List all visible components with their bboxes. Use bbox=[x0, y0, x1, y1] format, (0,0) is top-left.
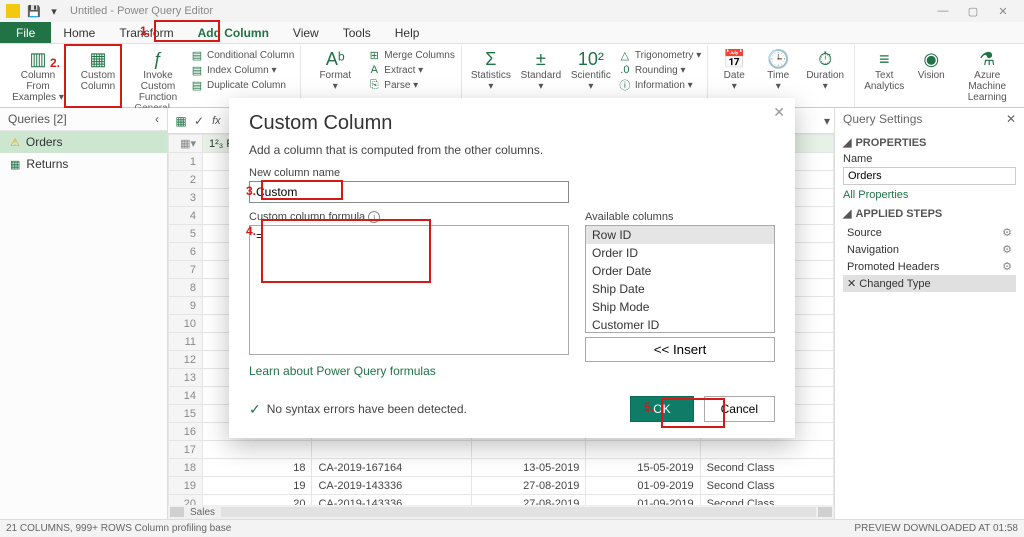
available-column-item[interactable]: Row ID bbox=[586, 226, 774, 244]
available-column-item[interactable]: Ship Mode bbox=[586, 298, 774, 316]
custom-column-dialog: ✕ Custom Column Add a column that is com… bbox=[229, 98, 795, 438]
new-column-name-input[interactable] bbox=[249, 181, 569, 203]
available-column-item[interactable]: Customer ID bbox=[586, 316, 774, 333]
available-column-item[interactable]: Ship Date bbox=[586, 280, 774, 298]
modal-overlay: ✕ Custom Column Add a column that is com… bbox=[0, 0, 1024, 537]
ok-button[interactable]: OK bbox=[630, 396, 693, 422]
formula-label: Custom column formula bbox=[249, 211, 365, 223]
check-icon: ✓ bbox=[249, 401, 261, 418]
learn-formulas-link[interactable]: Learn about Power Query formulas bbox=[249, 364, 569, 378]
formula-textarea[interactable] bbox=[249, 225, 569, 355]
available-columns-list[interactable]: Row IDOrder IDOrder DateShip DateShip Mo… bbox=[585, 225, 775, 333]
dialog-close-icon[interactable]: ✕ bbox=[773, 104, 785, 121]
available-columns-label: Available columns bbox=[585, 211, 775, 223]
syntax-status: ✓ No syntax errors have been detected. bbox=[249, 401, 467, 418]
dialog-subtitle: Add a column that is computed from the o… bbox=[249, 143, 775, 157]
insert-column-button[interactable]: << Insert bbox=[585, 337, 775, 362]
new-column-name-label: New column name bbox=[249, 167, 775, 179]
dialog-title: Custom Column bbox=[249, 112, 775, 135]
available-column-item[interactable]: Order Date bbox=[586, 262, 774, 280]
available-column-item[interactable]: Order ID bbox=[586, 244, 774, 262]
info-tooltip-icon[interactable]: i bbox=[368, 211, 380, 223]
cancel-button[interactable]: Cancel bbox=[704, 396, 775, 422]
